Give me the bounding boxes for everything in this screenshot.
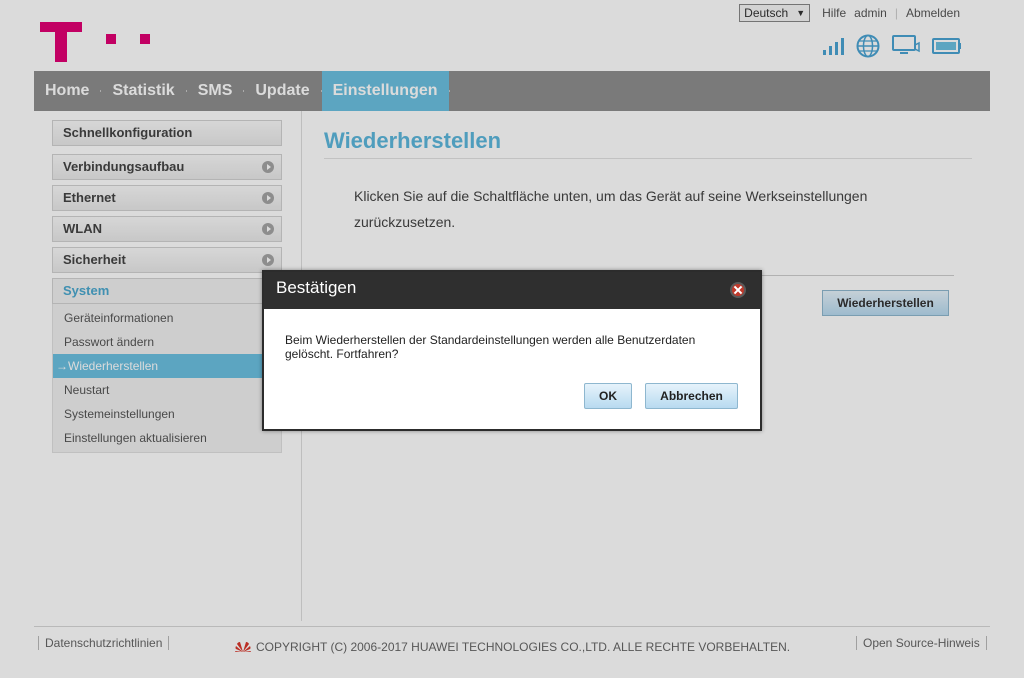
ok-button[interactable]: OK — [584, 383, 632, 409]
dialog-buttons: OK Abbrechen — [584, 383, 738, 409]
dialog-header: Bestätigen — [264, 272, 760, 309]
close-icon[interactable] — [730, 282, 746, 298]
confirm-dialog: Bestätigen Beim Wiederherstellen der Sta… — [262, 270, 762, 431]
cancel-button[interactable]: Abbrechen — [645, 383, 738, 409]
dialog-title: Bestätigen — [276, 278, 357, 297]
dialog-message: Beim Wiederherstellen der Standardeinste… — [285, 333, 696, 361]
